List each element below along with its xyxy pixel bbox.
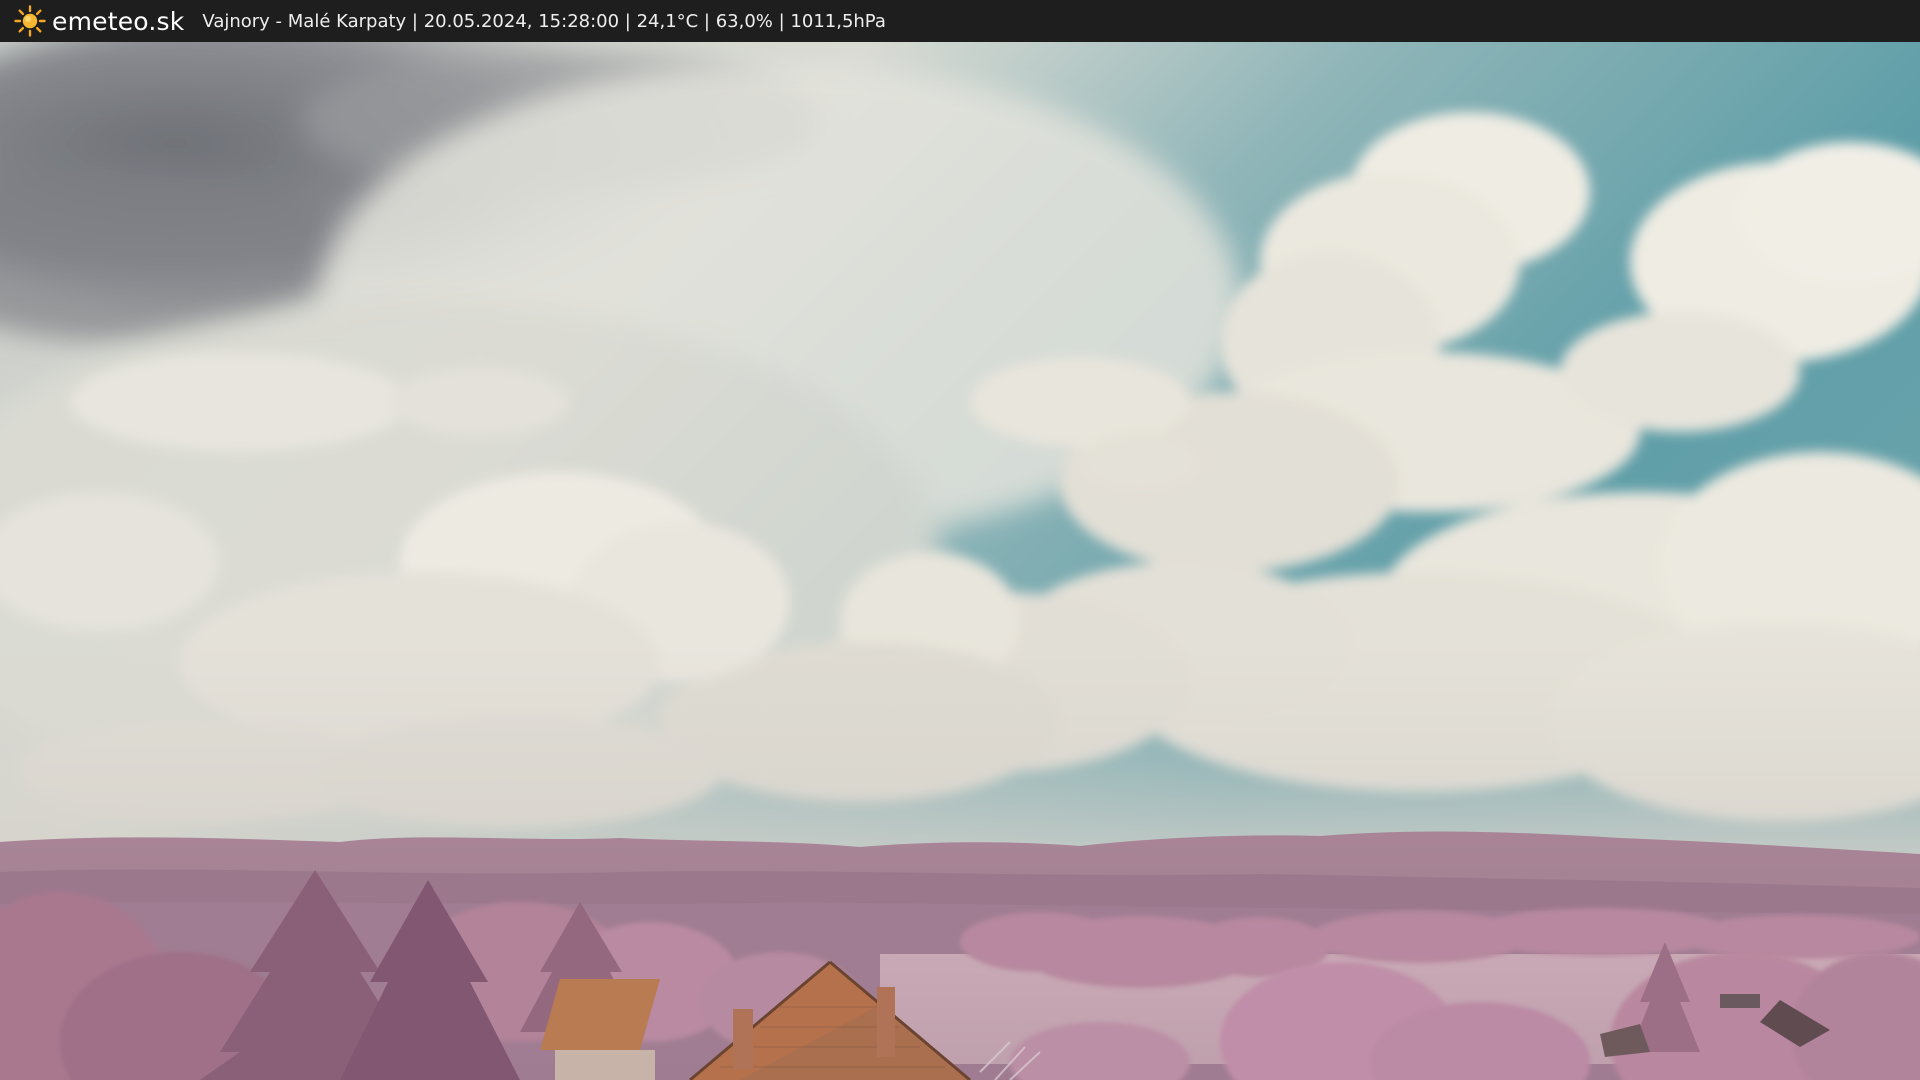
webcam-image	[0, 42, 1920, 1080]
webcam-frame: emeteo.sk Vajnory - Malé Karpaty | 20.05…	[0, 0, 1920, 1080]
brand-name: emeteo.sk	[52, 6, 185, 36]
sun-icon	[14, 5, 46, 37]
site-logo[interactable]: emeteo.sk	[14, 5, 184, 37]
weather-caption: Vajnory - Malé Karpaty | 20.05.2024, 15:…	[202, 10, 886, 32]
header-bar: emeteo.sk Vajnory - Malé Karpaty | 20.05…	[0, 0, 1920, 42]
webcam-scene	[0, 42, 1920, 1080]
